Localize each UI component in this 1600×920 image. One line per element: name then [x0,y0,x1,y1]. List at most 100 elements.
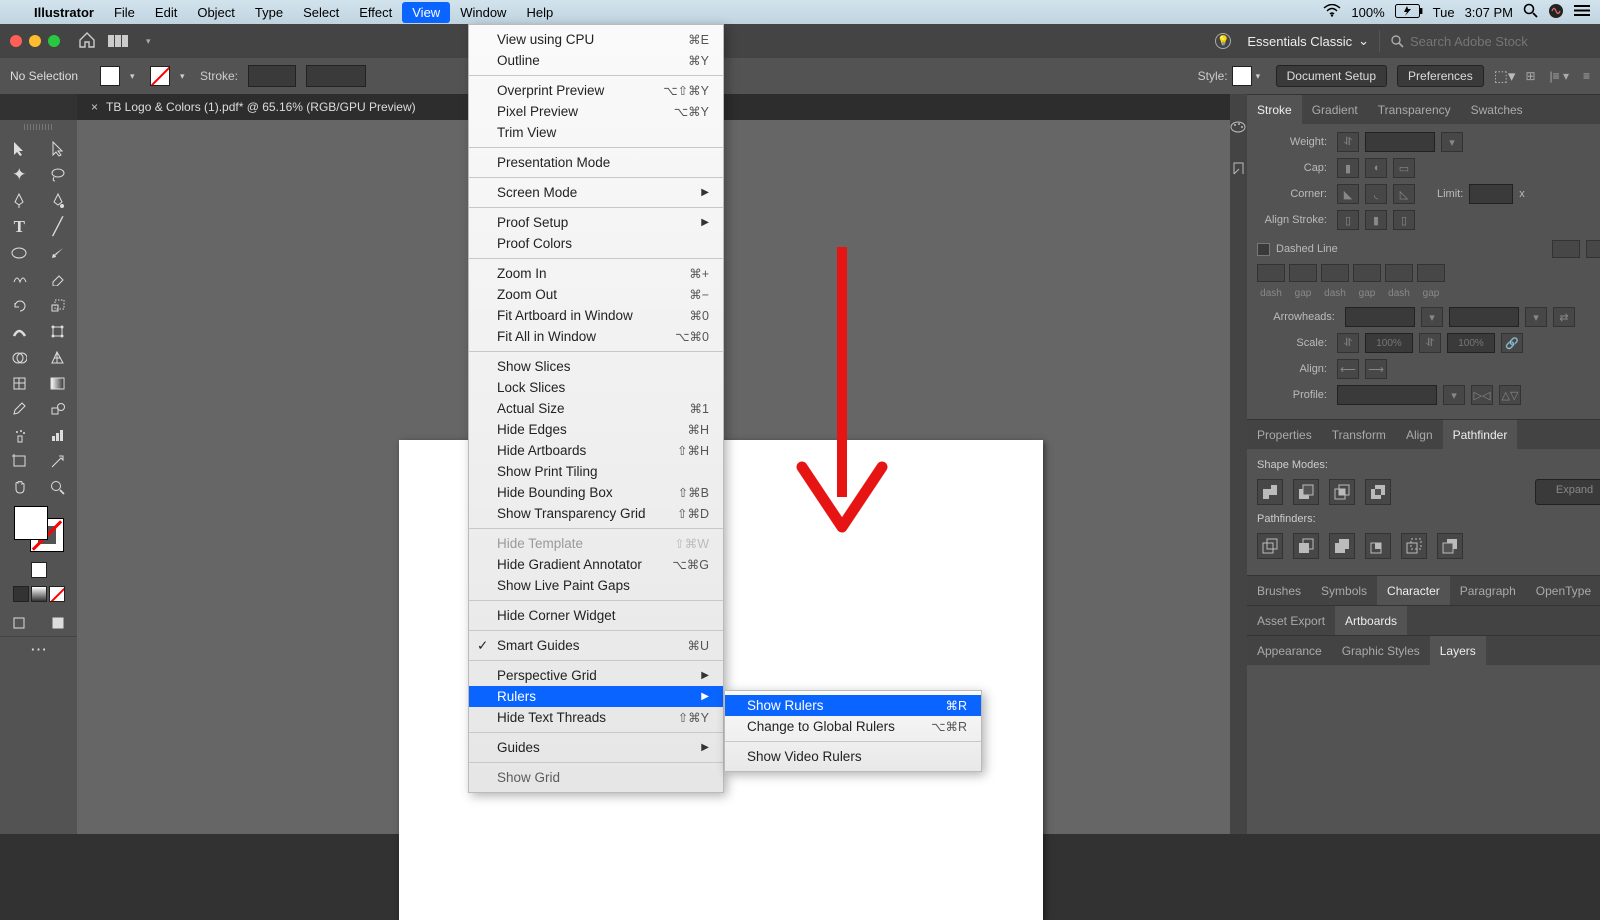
view-menu-item[interactable]: Zoom In⌘+ [469,263,723,284]
cap-round[interactable]: ◖ [1365,158,1387,178]
width-tool[interactable] [0,318,39,344]
one-color-icon[interactable] [31,562,47,578]
tab-gradient[interactable]: Gradient [1302,95,1368,124]
scale-link-icon[interactable]: 🔗 [1501,333,1523,353]
lasso-tool[interactable] [39,162,78,188]
symbol-sprayer-tool[interactable] [0,422,39,448]
shaper-tool[interactable] [0,266,39,292]
draw-mode-icon[interactable] [0,610,39,636]
tab-character[interactable]: Character [1377,576,1450,605]
rulers-menu-item[interactable]: Change to Global Rulers⌥⌘R [725,716,981,737]
rectangle-tool[interactable] [0,240,39,266]
profile-flip-h[interactable]: ▷◁ [1471,385,1493,405]
fill-stroke-selector[interactable] [14,506,64,552]
dash1[interactable] [1257,264,1285,282]
profile-select[interactable] [1337,385,1437,405]
eyedropper-tool[interactable] [0,396,39,422]
tab-transparency[interactable]: Transparency [1368,95,1461,124]
panel-menu-icon[interactable]: ≡ [1583,69,1590,83]
tab-brushes[interactable]: Brushes [1247,576,1311,605]
gap2[interactable] [1353,264,1381,282]
edit-toolbar-icon[interactable]: ⋯ [0,636,77,662]
cap-square[interactable]: ▭ [1393,158,1415,178]
dash3[interactable] [1385,264,1413,282]
tab-symbols[interactable]: Symbols [1311,576,1377,605]
rulers-menu-item[interactable]: Show Video Rulers [725,746,981,767]
style-swatch[interactable] [1232,66,1252,86]
menu-type[interactable]: Type [245,2,293,23]
view-menu-item[interactable]: Perspective Grid▶ [469,665,723,686]
menu-file[interactable]: File [104,2,145,23]
screen-mode-icon[interactable] [39,610,78,636]
view-menu-item[interactable]: Trim View [469,122,723,143]
corner-bevel[interactable]: ◺ [1393,184,1415,204]
view-menu-item[interactable]: Show Print Tiling [469,461,723,482]
minimize-window[interactable] [29,35,41,47]
tab-layers[interactable]: Layers [1430,636,1486,665]
stroke-dropdown[interactable]: ▾ [180,71,190,81]
selection-tool[interactable] [0,136,39,162]
rotate-tool[interactable] [0,292,39,318]
rulers-menu-item[interactable]: Show Rulers⌘R [725,695,981,716]
spotlight-icon[interactable] [1523,3,1538,21]
tab-stroke[interactable]: Stroke [1247,95,1302,124]
view-menu-item[interactable]: Proof Colors [469,233,723,254]
document-setup-button[interactable]: Document Setup [1276,65,1387,87]
gradient-mode-icon[interactable] [31,586,47,602]
arrange-documents-icon[interactable] [108,32,138,50]
menu-edit[interactable]: Edit [145,2,187,23]
curvature-tool[interactable] [39,188,78,214]
scale1-step[interactable]: ⥯ [1337,333,1359,353]
view-menu-item[interactable]: View using CPU⌘E [469,29,723,50]
siri-icon[interactable] [1548,3,1564,22]
close-tab-icon[interactable]: × [91,100,98,114]
control-center-icon[interactable] [1574,4,1590,20]
view-menu-item[interactable]: Show Grid [469,767,723,788]
fill-color-box[interactable] [14,506,48,540]
workspace-switcher[interactable]: Essentials Classic ⌄ [1247,33,1369,49]
minus-back-icon[interactable] [1437,533,1463,559]
weight-select[interactable] [1365,132,1435,152]
corner-round[interactable]: ◟ [1365,184,1387,204]
view-menu-item[interactable]: Proof Setup▶ [469,212,723,233]
view-menu-item[interactable]: Hide Text Threads⇧⌘Y [469,707,723,728]
stock-search[interactable] [1390,34,1590,49]
unite-icon[interactable] [1257,479,1283,505]
scale2-step[interactable]: ⥯ [1419,333,1441,353]
outline-icon[interactable] [1401,533,1427,559]
stroke-profile-select[interactable] [306,65,366,87]
menu-view[interactable]: View [402,2,450,23]
mesh-tool[interactable] [0,370,39,396]
limit-input[interactable] [1469,184,1513,204]
weight-stepper[interactable]: ⥯ [1337,132,1359,152]
tools-grip[interactable] [24,124,54,130]
view-menu-item[interactable]: Actual Size⌘1 [469,398,723,419]
dash-align-icon[interactable] [1586,240,1600,258]
maximize-window[interactable] [48,35,60,47]
gap1[interactable] [1289,264,1317,282]
profile-flip-v[interactable]: △▽ [1499,385,1521,405]
crop-icon[interactable] [1365,533,1391,559]
shape-builder-tool[interactable] [0,344,39,370]
grid-icon[interactable]: ⊞ [1525,69,1535,83]
blend-tool[interactable] [39,396,78,422]
scale-end[interactable]: 100% [1447,333,1495,353]
dash-preserve-icon[interactable] [1552,240,1580,258]
merge-icon[interactable] [1329,533,1355,559]
paintbrush-tool[interactable] [39,240,78,266]
view-menu-item[interactable]: Fit All in Window⌥⌘0 [469,326,723,347]
tab-properties[interactable]: Properties [1247,420,1322,449]
view-menu-item[interactable]: Show Live Paint Gaps [469,575,723,596]
stroke-weight-input[interactable] [248,65,296,87]
perspective-tool[interactable] [39,344,78,370]
align-to-icon[interactable]: ⬚▾ [1494,67,1516,85]
tab-transform[interactable]: Transform [1322,420,1396,449]
tab-opentype[interactable]: OpenType [1526,576,1600,605]
view-menu-item[interactable]: Rulers▶ [469,686,723,707]
gap3[interactable] [1417,264,1445,282]
fill-swatch[interactable] [100,66,120,86]
arrow-end-dd[interactable]: ▾ [1525,307,1547,327]
menu-effect[interactable]: Effect [349,2,402,23]
expand-button[interactable]: Expand [1535,479,1600,505]
view-menu-item[interactable]: Fit Artboard in Window⌘0 [469,305,723,326]
